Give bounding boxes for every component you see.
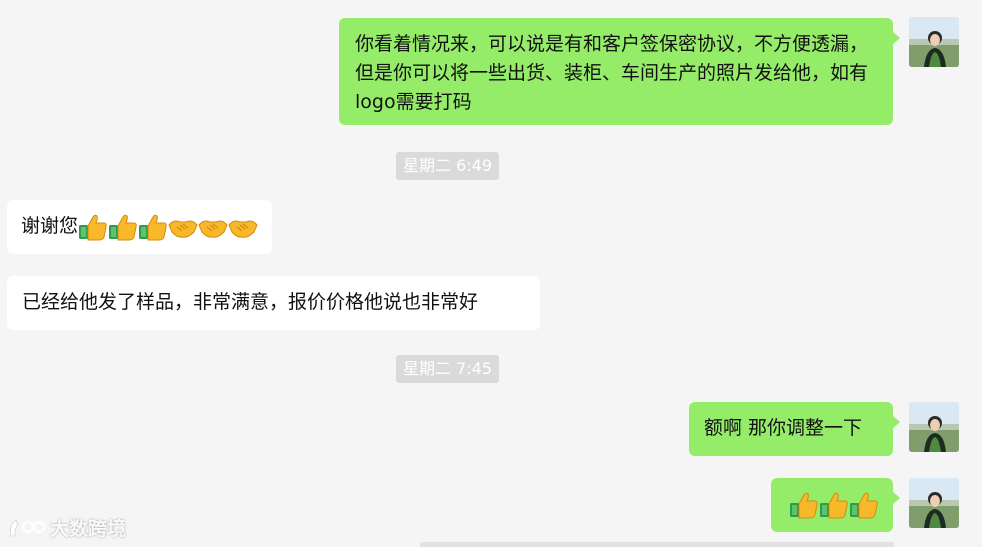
thumbs-up-emoji-icon — [789, 491, 819, 519]
message-bubble-incoming[interactable]: 谢谢您 — [7, 200, 273, 254]
thumbs-up-emoji-icon — [108, 213, 138, 241]
message-bubble-incoming[interactable]: 已经给他发了样品，非常满意，报价价格他说也非常好 — [7, 276, 540, 330]
handshake-emoji-icon — [168, 213, 198, 241]
timestamp-text: 星期二 6:49 — [403, 156, 493, 175]
timestamp-divider: 星期二 6:49 — [396, 152, 500, 180]
message-bubble-outgoing[interactable]: 你看着情况来，可以说是有和客户签保密协议，不方便透漏，但是你可以将一些出货、装柜… — [339, 18, 900, 125]
message-text: 额啊 那你调整一下 — [704, 417, 863, 439]
watermark-text: 大数跨境 — [50, 518, 127, 540]
timestamp-text: 星期二 7:45 — [403, 359, 493, 378]
message-bubble-outgoing[interactable]: 额啊 那你调整一下 — [689, 402, 900, 456]
thumbs-up-emoji-icon — [78, 213, 108, 241]
my-avatar[interactable] — [909, 478, 959, 528]
handshake-emoji-icon — [228, 213, 258, 241]
handshake-emoji-icon — [198, 213, 228, 241]
message-bubble-outgoing[interactable] — [771, 478, 900, 532]
message-text: 已经给他发了样品，非常满意，报价价格他说也非常好 — [22, 291, 479, 313]
thumbs-up-emoji-icon — [819, 491, 849, 519]
watermark-logo-icon — [10, 519, 46, 536]
thumbs-up-emoji-icon — [849, 491, 879, 519]
my-avatar[interactable] — [909, 17, 959, 67]
partial-message-edge — [420, 542, 894, 547]
message-text: 你看着情况来，可以说是有和客户签保密协议，不方便透漏，但是你可以将一些出货、装柜… — [355, 33, 869, 113]
watermark: 大数跨境 — [8, 514, 126, 541]
message-text: 谢谢您 — [21, 215, 79, 237]
timestamp-divider: 星期二 7:45 — [396, 355, 500, 383]
my-avatar[interactable] — [909, 402, 959, 452]
thumbs-up-emoji-icon — [138, 213, 168, 241]
